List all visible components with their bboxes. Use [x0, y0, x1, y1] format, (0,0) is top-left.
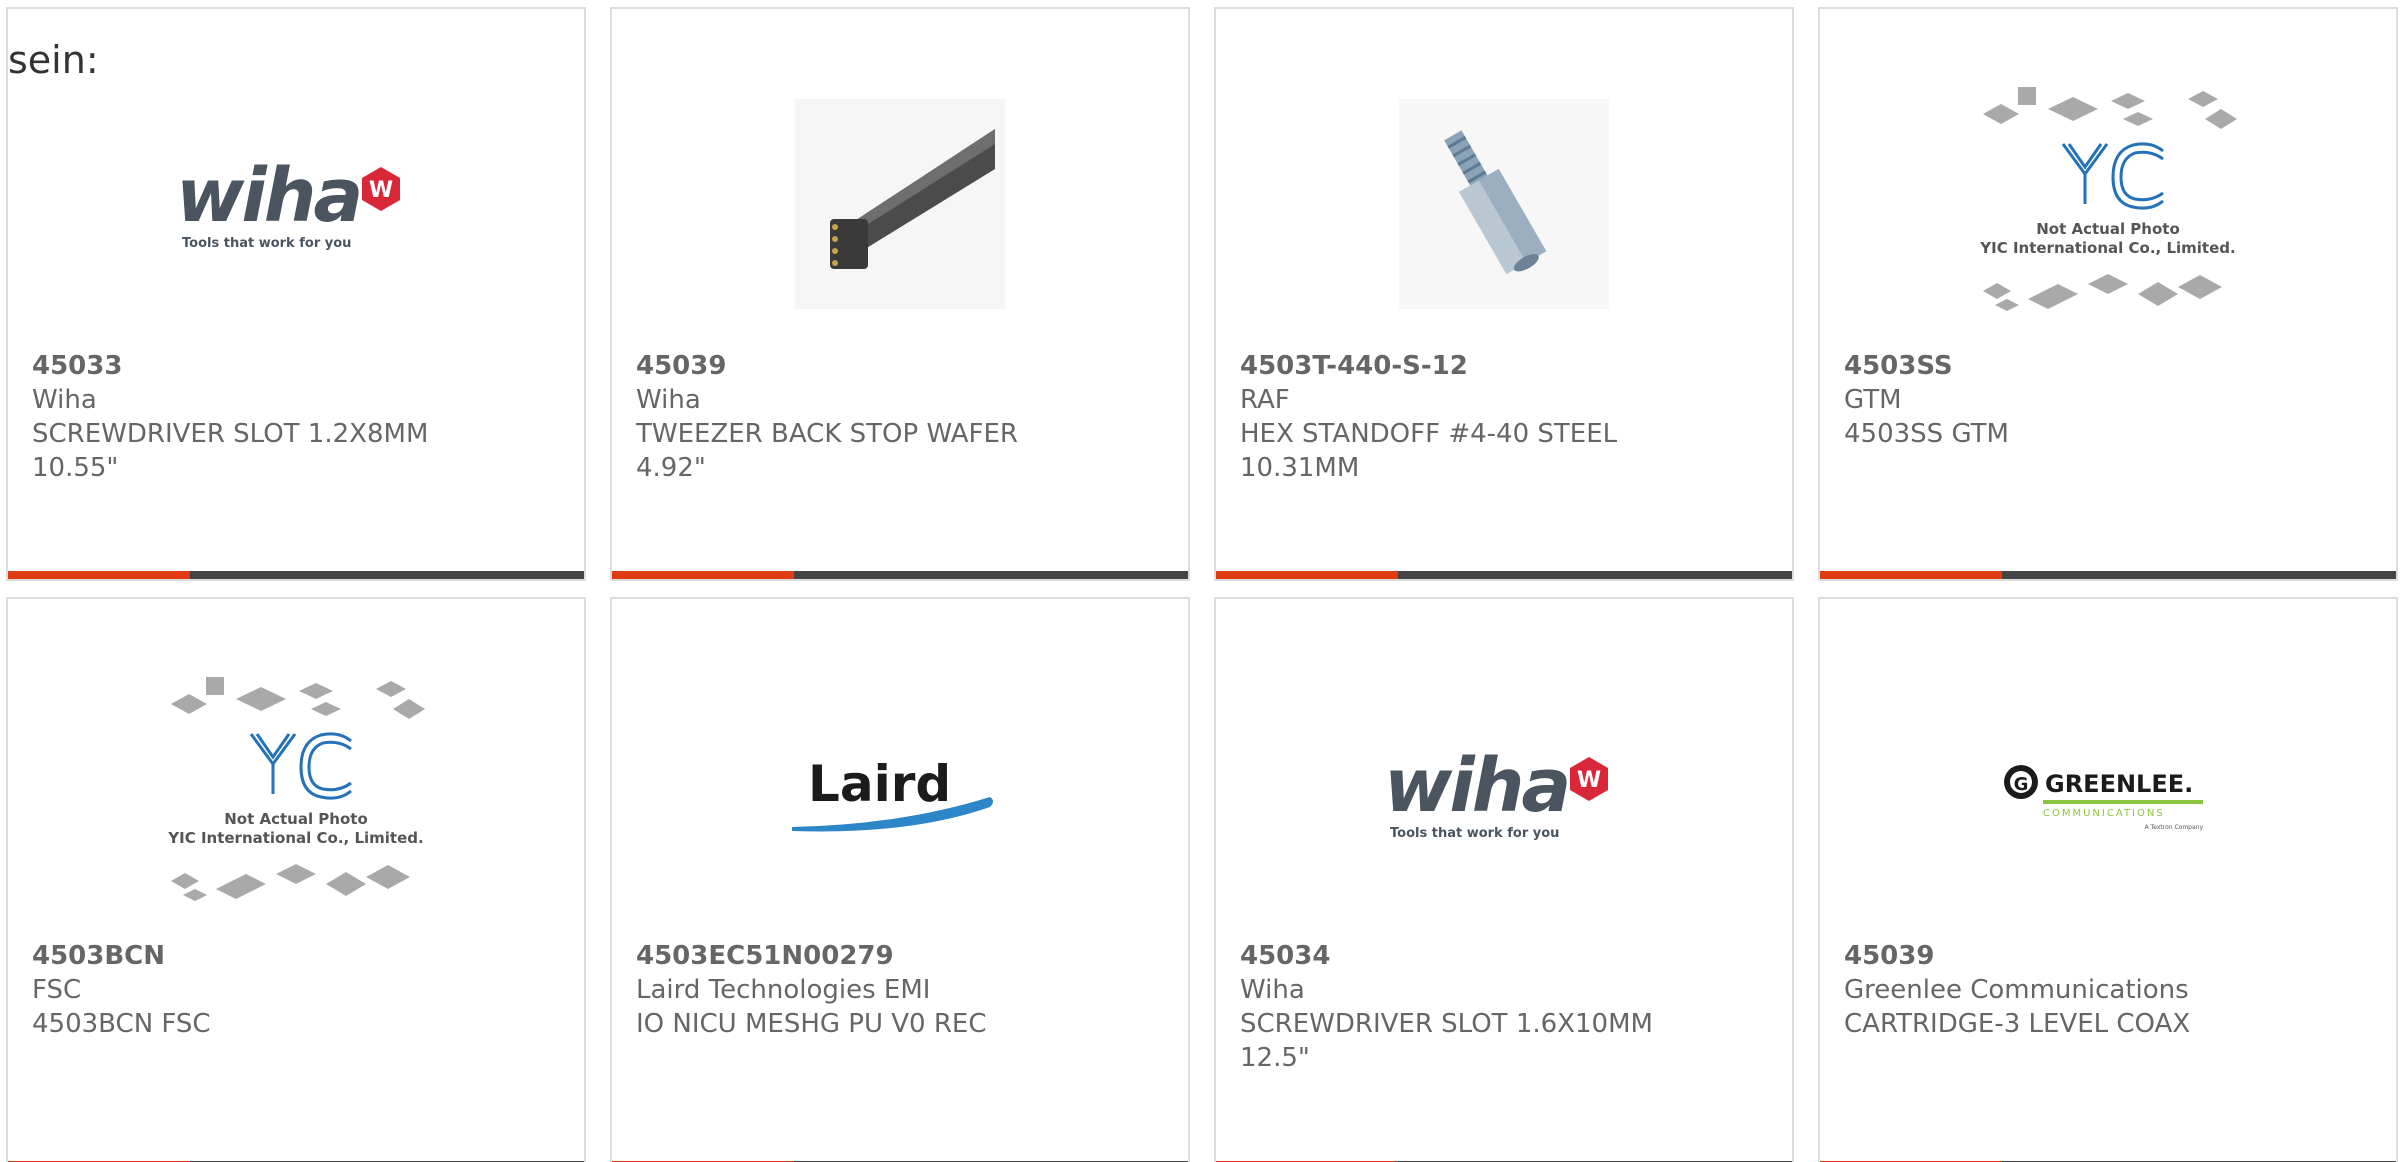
yic-caption-line1: Not Actual Photo [2036, 220, 2180, 238]
description: SCREWDRIVER SLOT 1.2X8MM [32, 419, 429, 449]
greenlee-logo-image: G GREENLEE. COMMUNICATIONS A Textron Com… [1820, 654, 2396, 934]
yic-placeholder-image: Not Actual Photo YIC International Co., … [1820, 64, 2396, 344]
yic-placeholder-image: Not Actual Photo YIC International Co., … [8, 654, 584, 934]
manufacturer: Laird Technologies EMI [636, 975, 931, 1005]
description: 4503SS GTM [1844, 419, 2009, 449]
product-card[interactable]: 45039 Wiha TWEEZER BACK STOP WAFER 4.92" [610, 7, 1190, 581]
tweezer-photo [612, 64, 1188, 344]
dimension: 4.92" [636, 453, 706, 483]
card-bottom-bar [1820, 571, 2396, 579]
svg-text:W: W [369, 178, 393, 203]
card-bar-accent [1216, 571, 1398, 579]
part-number: 45034 [1240, 941, 1331, 971]
description: SCREWDRIVER SLOT 1.6X10MM [1240, 1009, 1653, 1039]
manufacturer: Wiha [32, 385, 97, 415]
card-bottom-bar [8, 571, 584, 579]
yic-caption-line2: YIC International Co., Limited. [167, 829, 423, 847]
product-card[interactable]: wiha W Tools that work for you 45033 Wih… [6, 7, 586, 581]
description: 4503BCN FSC [32, 1009, 211, 1039]
laird-wordmark: Laird [808, 755, 951, 813]
svg-text:wiha: wiha [1384, 743, 1568, 829]
intro-label: sein: [8, 38, 99, 82]
product-info: 45034 Wiha SCREWDRIVER SLOT 1.6X10MM 12.… [1240, 939, 1780, 1075]
manufacturer: Wiha [1240, 975, 1305, 1005]
product-card[interactable]: wiha W Tools that work for you 45034 Wih… [1214, 597, 1794, 1162]
product-grid-page: sein: wiha W Tools that work for you 450… [0, 0, 2400, 1162]
manufacturer: RAF [1240, 385, 1290, 415]
product-card[interactable]: Laird 4503EC51N00279 Laird Technologies … [610, 597, 1190, 1162]
card-bar-accent [1820, 571, 2002, 579]
svg-text:wiha: wiha [176, 153, 360, 239]
description: CARTRIDGE-3 LEVEL COAX [1844, 1009, 2191, 1039]
description: IO NICU MESHG PU V0 REC [636, 1009, 987, 1039]
description: TWEEZER BACK STOP WAFER [636, 419, 1018, 449]
part-number: 4503EC51N00279 [636, 941, 894, 971]
manufacturer: Greenlee Communications [1844, 975, 2189, 1005]
part-number: 45039 [636, 351, 727, 381]
product-info: 4503T-440-S-12 RAF HEX STANDOFF #4-40 ST… [1240, 349, 1780, 485]
manufacturer: Wiha [636, 385, 701, 415]
svg-text:G: G [2014, 774, 2029, 795]
standoff-photo [1216, 64, 1792, 344]
part-number: 45033 [32, 351, 123, 381]
yic-caption-line1: Not Actual Photo [224, 810, 368, 828]
card-bottom-bar [612, 571, 1188, 579]
svg-text:W: W [1577, 768, 1601, 793]
product-card[interactable]: Not Actual Photo YIC International Co., … [1818, 7, 2398, 581]
product-info: 45039 Greenlee Communications CARTRIDGE-… [1844, 939, 2384, 1041]
greenlee-tagline: A Textron Company [2145, 824, 2204, 831]
product-info: 45033 Wiha SCREWDRIVER SLOT 1.2X8MM 10.5… [32, 349, 572, 485]
dimension: 12.5" [1240, 1043, 1310, 1073]
part-number: 4503BCN [32, 941, 166, 971]
product-info: 4503EC51N00279 Laird Technologies EMI IO… [636, 939, 1176, 1041]
product-card[interactable]: G GREENLEE. COMMUNICATIONS A Textron Com… [1818, 597, 2398, 1162]
dimension: 10.31MM [1240, 453, 1360, 483]
product-grid: wiha W Tools that work for you 45033 Wih… [6, 7, 2398, 1162]
dimension: 10.55" [32, 453, 119, 483]
card-bottom-bar [1216, 571, 1792, 579]
product-info: 4503SS GTM 4503SS GTM [1844, 349, 2384, 451]
yic-caption-line2: YIC International Co., Limited. [1979, 239, 2235, 257]
part-number: 4503SS [1844, 351, 1953, 381]
product-card[interactable]: Not Actual Photo YIC International Co., … [6, 597, 586, 1162]
wiha-tagline: Tools that work for you [182, 236, 351, 251]
laird-logo-image: Laird [612, 654, 1188, 934]
wiha-tagline: Tools that work for you [1390, 826, 1559, 841]
manufacturer: GTM [1844, 385, 1902, 415]
wiha-logo-image: wiha W Tools that work for you [1216, 654, 1792, 934]
wiha-logo-image: wiha W Tools that work for you [8, 64, 584, 344]
part-number: 4503T-440-S-12 [1240, 351, 1468, 381]
product-info: 4503BCN FSC 4503BCN FSC [32, 939, 572, 1041]
greenlee-subtitle: COMMUNICATIONS [2043, 808, 2165, 819]
product-card[interactable]: 4503T-440-S-12 RAF HEX STANDOFF #4-40 ST… [1214, 7, 1794, 581]
card-bar-accent [8, 571, 190, 579]
part-number: 45039 [1844, 941, 1935, 971]
description: HEX STANDOFF #4-40 STEEL [1240, 419, 1618, 449]
manufacturer: FSC [32, 975, 82, 1005]
product-info: 45039 Wiha TWEEZER BACK STOP WAFER 4.92" [636, 349, 1176, 485]
greenlee-wordmark: GREENLEE. [2045, 770, 2193, 798]
card-bar-accent [612, 571, 794, 579]
